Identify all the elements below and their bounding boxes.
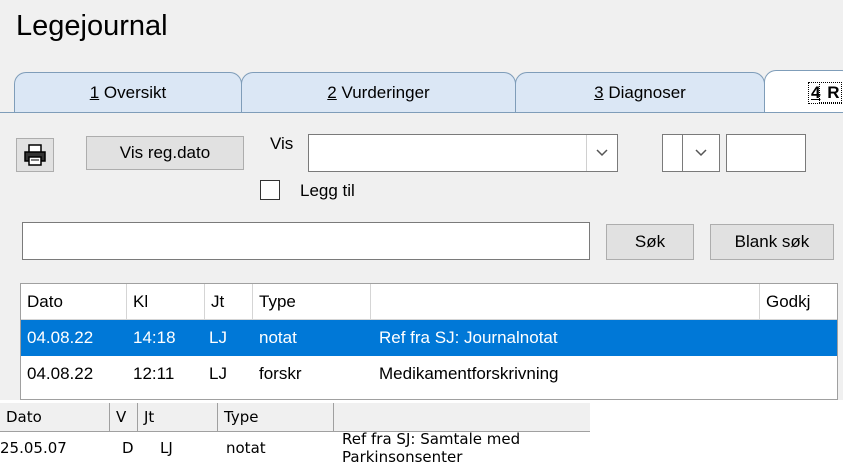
col-type[interactable]: Type — [218, 403, 334, 431]
cell-type: notat — [226, 439, 266, 457]
vis-reg-dato-button[interactable]: Vis reg.dato — [86, 136, 244, 170]
cell-kl: 14:18 — [133, 328, 176, 347]
table-row[interactable]: 25.05.07 D LJ notat Ref fra SJ: Samtale … — [0, 430, 590, 466]
cell-dato: 25.05.07 — [0, 439, 67, 457]
cell-type: forskr — [259, 364, 302, 383]
legg-til-checkbox[interactable] — [260, 180, 280, 200]
cell-jt: LJ — [209, 328, 227, 347]
cell-kl: 12:11 — [133, 364, 175, 383]
col-type[interactable]: Type — [253, 284, 371, 319]
cell-description: Ref fra SJ: Journalnotat — [379, 328, 558, 347]
col-description[interactable] — [371, 284, 760, 319]
printer-icon — [24, 144, 46, 166]
table-row[interactable]: 04.08.22 14:18 LJ notat Ref fra SJ: Jour… — [21, 320, 837, 356]
cell-description: Ref fra SJ: Samtale med Parkinsonsenter — [342, 430, 521, 466]
table-row[interactable]: 04.08.22 12:11 LJ forskr Medikamentforsk… — [21, 356, 837, 392]
search-button[interactable]: Søk — [606, 224, 694, 260]
print-button[interactable] — [16, 138, 54, 172]
tab-vurderinger[interactable]: 2 Vurderinger — [241, 72, 516, 112]
cell-description: Medikamentforskrivning — [379, 364, 559, 383]
chevron-down-icon[interactable] — [586, 135, 617, 171]
vis-select[interactable] — [308, 134, 618, 172]
cell-dato: 04.08.22 — [27, 328, 94, 347]
col-description[interactable] — [334, 403, 590, 431]
col-dato[interactable]: Dato — [0, 403, 110, 431]
col-dato[interactable]: Dato — [21, 284, 127, 319]
tab-label: 2 Vurderinger — [327, 82, 430, 102]
secondary-select[interactable] — [662, 134, 720, 172]
bottom-table: Dato V Jt Type 25.05.07 D LJ notat Ref f… — [0, 403, 590, 466]
legg-til-label: Legg til — [300, 181, 355, 200]
col-kl[interactable]: Kl — [127, 284, 205, 319]
tab-label: 3 Diagnoser — [594, 82, 686, 102]
blank-search-button[interactable]: Blank søk — [710, 224, 834, 260]
table-header: Dato V Jt Type — [0, 403, 590, 432]
tab-diagnoser[interactable]: 3 Diagnoser — [515, 72, 765, 112]
tab-label: 4 R — [807, 81, 843, 104]
col-v[interactable]: V — [110, 403, 138, 431]
col-jt[interactable]: Jt — [205, 284, 253, 319]
cell-jt: LJ — [160, 439, 173, 457]
table-header: Dato Kl Jt Type Godkj — [21, 284, 837, 320]
search-input[interactable] — [22, 222, 590, 260]
small-input[interactable] — [726, 134, 806, 172]
col-jt[interactable]: Jt — [138, 403, 218, 431]
cell-type: notat — [259, 328, 297, 347]
cell-v: D — [122, 439, 134, 457]
col-godkj[interactable]: Godkj — [760, 284, 839, 319]
page-title: Legejournal — [16, 10, 168, 42]
cell-dato: 04.08.22 — [27, 364, 94, 383]
journal-table: Dato Kl Jt Type Godkj 04.08.22 14:18 LJ … — [20, 283, 838, 400]
chevron-down-icon[interactable] — [682, 135, 719, 171]
vis-label: Vis — [270, 134, 294, 153]
tab-oversikt[interactable]: 1 Oversikt — [14, 72, 242, 112]
tab-label: 1 Oversikt — [89, 82, 167, 102]
tab-4[interactable]: 4 R — [764, 70, 843, 114]
cell-jt: LJ — [209, 364, 227, 383]
